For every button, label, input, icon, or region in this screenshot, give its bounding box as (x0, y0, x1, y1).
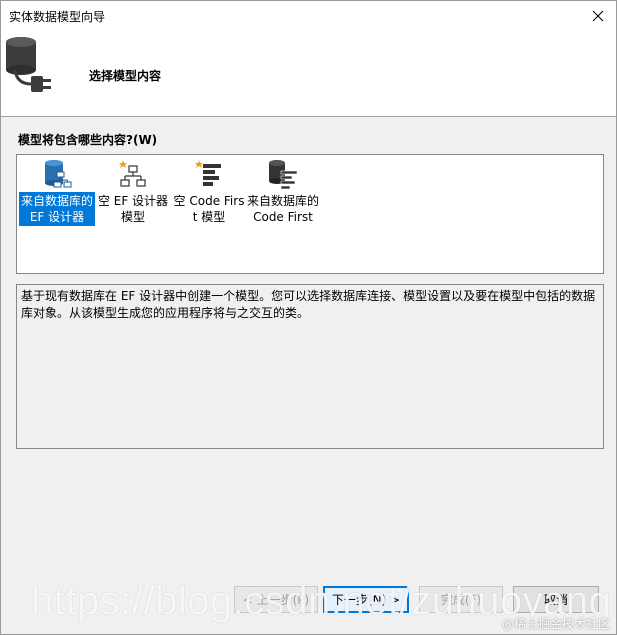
model-content-list[interactable]: 来自数据库的 EF 设计器 空 EF 设计器模型 空 Code First 模型 (16, 154, 604, 274)
option-empty-code-first[interactable]: 空 Code First 模型 (171, 155, 247, 226)
option-label: 空 Code First 模型 (173, 194, 245, 224)
option-label: 来自数据库的 EF 设计器 (19, 192, 95, 226)
close-button[interactable] (584, 2, 612, 30)
wizard-header: 选择模型内容 (1, 32, 616, 117)
previous-button[interactable]: < 上一步(P) (234, 586, 318, 613)
empty-code-first-icon (195, 160, 221, 186)
model-content-label: 模型将包含哪些内容?(W) (18, 133, 158, 147)
option-description: 基于现有数据库在 EF 设计器中创建一个模型。您可以选择数据库连接、模型设置以及… (16, 284, 604, 449)
cancel-button[interactable]: 取消 (513, 586, 599, 613)
next-button[interactable]: 下一步(N) > (323, 586, 409, 613)
close-icon (592, 10, 604, 22)
title-bar: 实体数据模型向导 (1, 1, 616, 32)
option-label: 来自数据库的 Code First (247, 194, 320, 224)
page-title: 选择模型内容 (89, 69, 162, 83)
wizard-window: 实体数据模型向导 选择模型内容 模型将包含哪些内容?(W) 来自数据库的 EF … (0, 0, 617, 635)
finish-button[interactable]: 完成(F) (419, 586, 503, 613)
credit-watermark: @稀土掘金技术社区 (501, 617, 610, 631)
database-code-first-icon (269, 160, 298, 190)
option-label: 空 EF 设计器模型 (97, 194, 169, 224)
option-empty-ef-designer[interactable]: 空 EF 设计器模型 (95, 155, 171, 226)
option-ef-designer-from-db[interactable]: 来自数据库的 EF 设计器 (19, 155, 95, 226)
database-connection-icon (6, 37, 51, 92)
empty-designer-icon (119, 160, 146, 187)
window-title: 实体数据模型向导 (9, 10, 106, 24)
option-code-first-from-db[interactable]: 来自数据库的 Code First (245, 155, 321, 226)
database-designer-icon (45, 160, 72, 188)
